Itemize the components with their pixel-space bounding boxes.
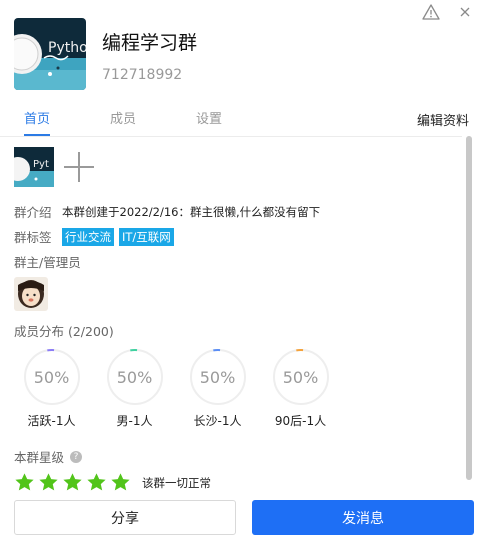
distribution-label: 男-1人 bbox=[116, 414, 153, 428]
distribution-ring: 50% bbox=[106, 348, 164, 406]
star-icon bbox=[15, 473, 34, 491]
action-bar: 分享 发消息 bbox=[14, 500, 474, 535]
group-id: 712718992 bbox=[102, 67, 183, 83]
distribution-label: 活跃-1人 bbox=[27, 414, 76, 428]
group-name: 编程学习群 bbox=[102, 32, 198, 54]
scrollbar-track[interactable] bbox=[466, 136, 472, 480]
distribution-item-age: 50% 90后-1人 bbox=[259, 348, 342, 429]
star-rating: 该群一切正常 bbox=[14, 472, 460, 493]
scrollbar-thumb[interactable] bbox=[466, 136, 472, 480]
star-icon bbox=[63, 473, 82, 491]
star-rating-title: 本群星级 bbox=[14, 450, 65, 465]
distribution-percent: 50% bbox=[199, 367, 236, 387]
distribution-ring: 50% bbox=[189, 348, 247, 406]
star-status-text: 该群一切正常 bbox=[142, 475, 211, 490]
group-avatar[interactable]: Pytho bbox=[14, 18, 86, 90]
intro-text: 本群创建于2022/2/16：群主很懒,什么都没有留下 bbox=[62, 204, 321, 219]
intro-row: 群介绍 本群创建于2022/2/16：群主很懒,什么都没有留下 bbox=[14, 202, 460, 221]
home-content: Pyt 群介绍 本群创建于2022/2/16：群主很懒,什么都没有留下 群标签 … bbox=[14, 146, 460, 493]
close-icon[interactable] bbox=[455, 2, 475, 22]
distribution-percent: 50% bbox=[282, 367, 319, 387]
distribution-ring: 50% bbox=[23, 348, 81, 406]
group-photos: Pyt bbox=[14, 146, 460, 188]
distribution-item-gender: 50% 男-1人 bbox=[93, 348, 176, 429]
tab-settings[interactable]: 设置 bbox=[196, 108, 222, 127]
distribution-percent: 50% bbox=[33, 367, 70, 387]
distribution-ring: 50% bbox=[272, 348, 330, 406]
avatar-text: Pytho bbox=[48, 40, 86, 56]
owner-avatar[interactable] bbox=[14, 277, 48, 311]
star-icon bbox=[111, 473, 130, 491]
tags-row: 群标签 行业交流 IT/互联网 bbox=[14, 227, 460, 246]
edit-profile-link[interactable]: 编辑资料 bbox=[417, 110, 469, 129]
tabs-divider bbox=[0, 136, 462, 137]
tags-label: 群标签 bbox=[14, 230, 52, 245]
help-icon[interactable]: ? bbox=[70, 450, 83, 463]
distribution-item-active: 50% 活跃-1人 bbox=[10, 348, 93, 429]
tag-it-internet[interactable]: IT/互联网 bbox=[119, 227, 174, 246]
report-warning-icon[interactable] bbox=[421, 2, 441, 22]
star-rating-title-row: 本群星级 ? bbox=[14, 447, 460, 466]
tab-bar: 首页 成员 设置 编辑资料 bbox=[0, 106, 483, 136]
distribution-label: 90后-1人 bbox=[274, 414, 327, 428]
share-button[interactable]: 分享 bbox=[14, 500, 236, 535]
group-photo[interactable]: Pyt bbox=[14, 147, 54, 187]
tab-home[interactable]: 首页 bbox=[24, 108, 50, 127]
star-icon bbox=[87, 473, 106, 491]
intro-label: 群介绍 bbox=[14, 205, 52, 220]
distribution-title: 成员分布 (2/200) bbox=[14, 324, 114, 339]
window-controls bbox=[421, 2, 475, 22]
tab-members[interactable]: 成员 bbox=[110, 108, 136, 127]
distribution-percent: 50% bbox=[116, 367, 153, 387]
star-icon bbox=[39, 473, 58, 491]
distribution-item-region: 50% 长沙-1人 bbox=[176, 348, 259, 429]
tag-industry[interactable]: 行业交流 bbox=[62, 227, 114, 246]
send-message-button[interactable]: 发消息 bbox=[252, 500, 474, 535]
group-header: Pytho 编程学习群 712718992 bbox=[14, 18, 197, 90]
member-distribution: 50% 活跃-1人 50% 男-1人 50% 长沙-1人 50% 90后-1人 bbox=[14, 348, 460, 429]
admins-title: 群主/管理员 bbox=[14, 255, 81, 270]
add-photo-plus-icon[interactable] bbox=[62, 150, 96, 184]
photo-text: Pyt bbox=[33, 159, 49, 170]
distribution-label: 长沙-1人 bbox=[193, 414, 242, 428]
